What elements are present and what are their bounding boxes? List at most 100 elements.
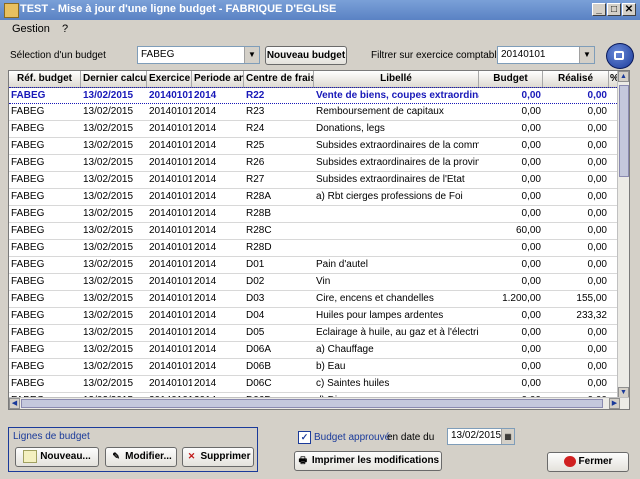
cell-realized: 0,00 <box>587 259 607 270</box>
cell-realized: 0,00 <box>587 157 607 168</box>
budget-select[interactable]: FABEG ▼ <box>137 46 260 64</box>
cell-ref: FABEG <box>11 378 45 389</box>
table-row[interactable]: FABEG 13/02/2015 20140101 2014 D01 Pain d'aut… <box>9 257 619 274</box>
close-window-button[interactable]: ✕ <box>622 3 636 16</box>
cell-last-calc: 13/02/2015 <box>83 242 134 253</box>
table-row[interactable]: FABEG 13/02/2015 20140101 2014 R28D 0,00 0,00 <box>9 240 619 257</box>
cell-realized: 0,00 <box>587 378 607 389</box>
table-row[interactable]: FABEG 13/02/2015 20140101 2014 D06C c) Sainte… <box>9 376 619 393</box>
scroll-up-icon[interactable]: ▲ <box>618 71 629 82</box>
vertical-scrollbar[interactable]: ▲ ▼ <box>617 71 629 398</box>
table-row[interactable]: FABEG 13/02/2015 20140101 2014 D04 Huiles pou… <box>9 308 619 325</box>
cell-period: 2014 <box>194 90 217 101</box>
cell-period: 2014 <box>194 378 217 389</box>
help-icon[interactable] <box>606 43 634 69</box>
column-header-period[interactable]: Periode an <box>192 71 244 87</box>
table-row[interactable]: FABEG 13/02/2015 20140101 2014 D05 Eclairage … <box>9 325 619 342</box>
new-line-label: Nouveau... <box>40 451 91 462</box>
delete-line-button[interactable]: ✕ Supprimer <box>182 447 254 467</box>
edit-line-button[interactable]: ✎ Modifier... <box>105 447 177 467</box>
cell-period: 2014 <box>194 327 217 338</box>
new-line-button[interactable]: Nouveau... <box>15 447 99 467</box>
cell-cost-center: R22 <box>246 90 265 101</box>
cell-label: Cire, encens et chandelles <box>316 293 434 304</box>
column-header-label[interactable]: Libellé <box>314 71 479 87</box>
date-label: en date du <box>387 432 435 443</box>
calendar-icon[interactable]: ▦ <box>501 429 514 444</box>
table-row[interactable]: FABEG 13/02/2015 20140101 2014 D02 Vin 0,00 0,0… <box>9 274 619 291</box>
cell-period: 2014 <box>194 123 217 134</box>
cell-budget: 0,00 <box>521 259 541 270</box>
scroll-left-icon[interactable]: ◀ <box>9 398 20 409</box>
menu-help[interactable]: ? <box>62 23 68 35</box>
cell-label: Pain d'autel <box>316 259 368 270</box>
budget-lines-table[interactable]: Réf. budget Dernier calcul Exercice Peri… <box>8 70 630 410</box>
cell-budget: 0,00 <box>521 157 541 168</box>
chevron-down-icon[interactable]: ▼ <box>579 47 594 63</box>
approval-date-value: 13/02/2015 <box>451 430 502 441</box>
table-row[interactable]: FABEG 13/02/2015 20140101 2014 R25 Subsides e… <box>9 138 619 155</box>
cell-exercise: 20140101 <box>149 90 192 101</box>
cell-realized: 155,00 <box>576 293 607 304</box>
cell-period: 2014 <box>194 191 217 202</box>
print-changes-button[interactable]: 🖶 Imprimer les modifications <box>294 451 442 471</box>
menu-gestion[interactable]: Gestion <box>12 23 50 35</box>
column-header-realized[interactable]: Réalisé <box>543 71 609 87</box>
cell-cost-center: R28B <box>246 208 272 219</box>
horizontal-scrollbar[interactable]: ◀ ▶ <box>9 397 629 409</box>
cell-last-calc: 13/02/2015 <box>83 157 134 168</box>
approval-date-field[interactable]: 13/02/2015 ▦ <box>447 428 515 445</box>
cell-last-calc: 13/02/2015 <box>83 140 134 151</box>
budget-approved-checkbox[interactable]: ✓ <box>298 431 311 444</box>
table-row[interactable]: FABEG 13/02/2015 20140101 2014 D06B b) Eau 0,0… <box>9 359 619 376</box>
cell-period: 2014 <box>194 174 217 185</box>
table-row[interactable]: FABEG 13/02/2015 20140101 2014 R28C 60,00 0,00 <box>9 223 619 240</box>
horizontal-scroll-thumb[interactable] <box>21 399 603 408</box>
table-row[interactable]: FABEG 13/02/2015 20140101 2014 D06A a) Chauff… <box>9 342 619 359</box>
budget-lines-group-label: Lignes de budget <box>13 431 90 442</box>
cell-last-calc: 13/02/2015 <box>83 90 134 101</box>
cell-last-calc: 13/02/2015 <box>83 293 134 304</box>
table-row[interactable]: FABEG 13/02/2015 20140101 2014 R24 Donations,… <box>9 121 619 138</box>
cell-exercise: 20140101 <box>149 191 192 202</box>
table-header: Réf. budget Dernier calcul Exercice Peri… <box>9 71 619 88</box>
column-header-last-calc[interactable]: Dernier calcul <box>81 71 147 87</box>
table-row[interactable]: FABEG 13/02/2015 20140101 2014 R23 Remboursem… <box>9 104 619 121</box>
close-button[interactable]: Fermer <box>547 452 629 472</box>
new-document-icon <box>23 449 38 463</box>
exercise-filter-select[interactable]: 20140101 ▼ <box>497 46 595 64</box>
vertical-scroll-thumb[interactable] <box>619 85 629 177</box>
table-row[interactable]: FABEG 13/02/2015 20140101 2014 R28A a) Rbt ci… <box>9 189 619 206</box>
table-row[interactable]: FABEG 13/02/2015 20140101 2014 R22 Vente de b… <box>9 87 619 104</box>
cell-exercise: 20140101 <box>149 361 192 372</box>
table-row[interactable]: FABEG 13/02/2015 20140101 2014 R26 Subsides e… <box>9 155 619 172</box>
maximize-button[interactable]: □ <box>607 3 621 16</box>
cell-period: 2014 <box>194 106 217 117</box>
cell-exercise: 20140101 <box>149 259 192 270</box>
app-icon <box>4 3 19 18</box>
table-row[interactable]: FABEG 13/02/2015 20140101 2014 D03 Cire, ence… <box>9 291 619 308</box>
table-row[interactable]: FABEG 13/02/2015 20140101 2014 R27 Subsides e… <box>9 172 619 189</box>
column-header-cost-center[interactable]: Centre de frais <box>244 71 314 87</box>
cell-budget: 0,00 <box>521 140 541 151</box>
cell-exercise: 20140101 <box>149 208 192 219</box>
cell-ref: FABEG <box>11 344 45 355</box>
chevron-down-icon[interactable]: ▼ <box>244 47 259 63</box>
cell-last-calc: 13/02/2015 <box>83 191 134 202</box>
cell-label <box>314 223 479 239</box>
cell-realized: 0,00 <box>587 208 607 219</box>
cell-exercise: 20140101 <box>149 174 192 185</box>
minimize-button[interactable]: _ <box>592 3 606 16</box>
scroll-right-icon[interactable]: ▶ <box>609 398 620 409</box>
cell-budget: 0,00 <box>521 208 541 219</box>
cell-exercise: 20140101 <box>149 344 192 355</box>
column-header-exercise[interactable]: Exercice <box>147 71 192 87</box>
cell-ref: FABEG <box>11 140 45 151</box>
cell-label: Eclairage à huile, au gaz et à l'électri… <box>316 327 479 338</box>
cell-last-calc: 13/02/2015 <box>83 259 134 270</box>
new-budget-button[interactable]: Nouveau budget <box>265 46 347 65</box>
cell-budget: 0,00 <box>521 310 541 321</box>
column-header-budget[interactable]: Budget <box>479 71 543 87</box>
column-header-ref[interactable]: Réf. budget <box>9 71 81 87</box>
table-row[interactable]: FABEG 13/02/2015 20140101 2014 R28B 0,00 0,00 <box>9 206 619 223</box>
